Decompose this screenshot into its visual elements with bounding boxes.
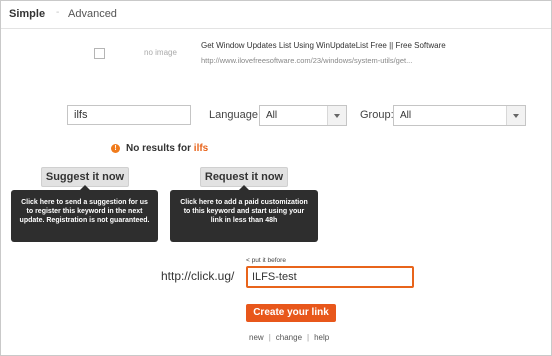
language-label: Language: [209,109,261,121]
tab-advanced[interactable]: Advanced [68,8,117,20]
suggest-tooltip: Click here to send a suggestion for us t… [11,185,158,242]
group-select[interactable]: All [393,105,526,126]
chevron-down-icon [327,106,346,125]
footer-link-new[interactable]: new [249,333,264,342]
suggest-it-now-button[interactable]: Suggest it now [41,167,129,187]
group-selected-value: All [400,110,412,121]
tab-separator: - [56,7,60,18]
result-url-link[interactable]: http://www.ilovefreesoftware.com/23/wind… [201,56,412,65]
put-it-before-link[interactable]: < put it before [246,257,286,264]
app-frame: Simple - Advanced no image Get Window Up… [0,0,552,356]
footer-links: new | change | help [249,333,329,342]
link-prefix: http://click.ug/ [161,269,235,283]
footer-link-help[interactable]: help [314,333,329,342]
custom-link-input[interactable] [246,266,414,288]
language-selected-value: All [266,110,278,121]
no-results-text: No results for [126,143,192,154]
no-results-keyword: ilfs [193,143,209,154]
keyword-search-input[interactable] [67,105,191,125]
language-select[interactable]: All [259,105,347,126]
footer-separator: | [268,333,271,342]
request-it-now-button[interactable]: Request it now [200,167,288,187]
tab-simple[interactable]: Simple [9,8,45,20]
footer-link-change[interactable]: change [276,333,302,342]
warning-icon: ! [111,144,120,153]
mode-tabs: Simple - Advanced [1,1,551,29]
create-your-link-button[interactable]: Create your link [246,304,336,322]
no-image-placeholder: no image [144,48,177,57]
result-checkbox[interactable] [94,48,105,59]
footer-separator: | [307,333,310,342]
no-results-message: No results for ilfs [126,143,208,154]
group-label: Group: [360,109,394,121]
request-tooltip: Click here to add a paid customization t… [170,185,318,242]
result-title-link[interactable]: Get Window Updates List Using WinUpdateL… [201,41,446,50]
chevron-down-icon [506,106,525,125]
